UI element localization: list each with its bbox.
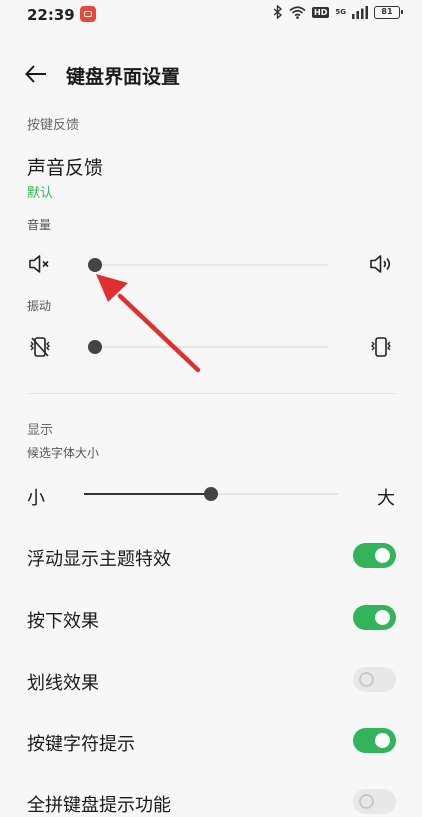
font-size-slider-thumb[interactable] <box>204 487 218 501</box>
toggle-label-pinyin-hint: 全拼键盘提示功能 <box>27 795 171 816</box>
bluetooth-icon <box>273 5 283 19</box>
toggle-key-char-hint[interactable] <box>353 728 396 753</box>
toggle-floating-effect[interactable] <box>353 543 396 568</box>
wifi-icon <box>289 5 306 19</box>
font-size-small-label: 小 <box>27 488 45 509</box>
toggle-press-effect[interactable] <box>353 605 396 630</box>
back-arrow-icon[interactable] <box>24 62 48 86</box>
toggle-knob <box>375 733 390 748</box>
network-type: 5G <box>335 7 346 16</box>
volume-mute-icon <box>29 255 49 273</box>
font-size-slider-fill <box>84 493 211 495</box>
toggle-knob <box>375 548 390 563</box>
vibration-off-icon <box>30 337 50 357</box>
app-notification-icon <box>80 6 96 22</box>
signal-icon <box>352 5 368 19</box>
vibration-on-icon <box>371 337 391 357</box>
sound-feedback-value: 默认 <box>27 186 54 201</box>
toggle-label-key-char-hint: 按键字符提示 <box>27 734 135 755</box>
toggle-knob <box>359 672 374 687</box>
toggle-label-swipe-effect: 划线效果 <box>27 673 99 694</box>
toggle-label-floating-effect: 浮动显示主题特效 <box>27 549 171 570</box>
section-label-display: 显示 <box>27 423 54 438</box>
annotation-arrow-icon <box>96 274 201 373</box>
vibration-label: 振动 <box>27 299 52 313</box>
page-title: 键盘界面设置 <box>66 66 181 88</box>
font-size-label: 候选字体大小 <box>27 446 100 460</box>
volume-slider-track[interactable] <box>95 264 328 266</box>
status-icons: HD 5G 81 <box>273 5 403 19</box>
section-label-key-feedback: 按键反馈 <box>27 118 80 133</box>
toggle-pinyin-hint[interactable] <box>353 789 396 814</box>
battery-indicator: 81 <box>374 5 403 19</box>
toggle-knob <box>359 794 374 809</box>
toggle-swipe-effect[interactable] <box>353 667 396 692</box>
status-time: 22:39 <box>27 6 75 24</box>
toggle-label-press-effect: 按下效果 <box>27 611 99 632</box>
section-divider <box>27 393 397 394</box>
volume-label: 音量 <box>27 218 52 232</box>
font-size-large-label: 大 <box>377 488 395 509</box>
toggle-knob <box>375 610 390 625</box>
sound-feedback-title[interactable]: 声音反馈 <box>27 153 103 180</box>
hd-badge: HD <box>312 6 330 18</box>
volume-max-icon <box>370 255 391 273</box>
